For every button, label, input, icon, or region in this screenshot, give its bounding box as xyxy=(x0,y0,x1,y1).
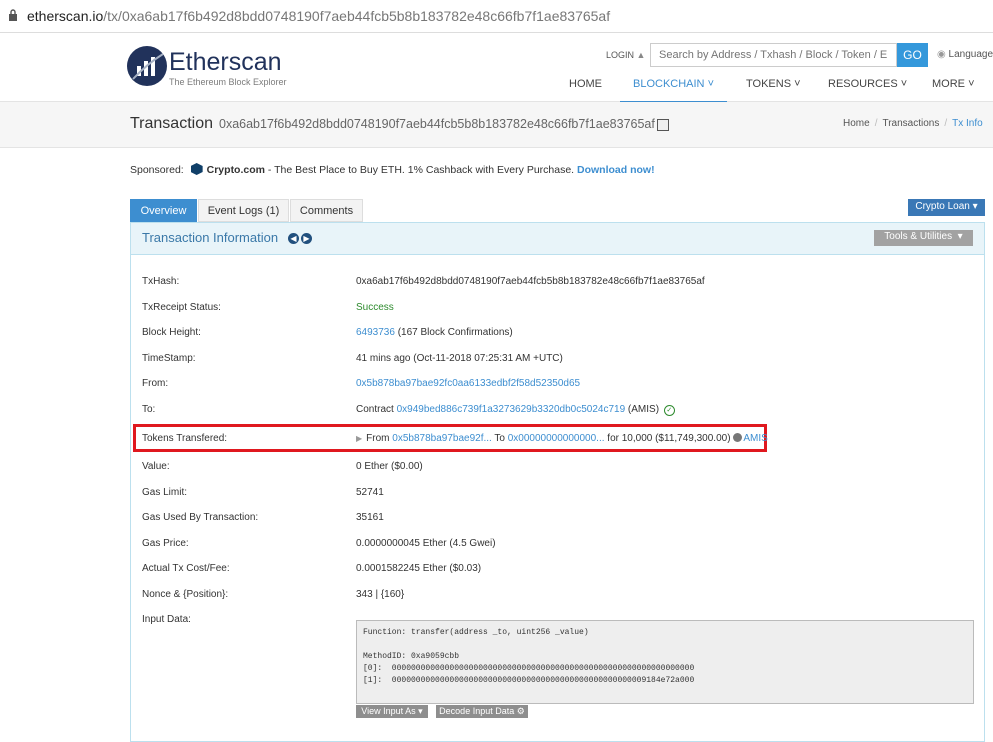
token-from-link[interactable]: 0x5b878ba97bae92f... xyxy=(392,433,492,444)
chevron-down-icon: ˅ xyxy=(968,78,975,90)
chevron-down-icon: ˅ xyxy=(707,78,715,90)
logo-mark-icon xyxy=(127,46,167,86)
block-height-value: 6493736 (167 Block Confirmations) xyxy=(356,327,513,338)
site-header: Etherscan The Ethereum Block Explorer LO… xyxy=(0,33,993,103)
tab-overview[interactable]: Overview xyxy=(130,199,197,222)
value-label: Value: xyxy=(142,461,170,472)
from-value: 0x5b878ba97bae92fc0aa6133edbf2f58d52350d… xyxy=(356,378,580,389)
page-tx-hash: 0xa6ab17f6b492d8bdd0748190f7aeb44fcb5b8b… xyxy=(219,117,655,131)
tokens-transferred-value: ▶ From 0x5b878ba97bae92f... To 0x00000000… xyxy=(356,433,768,444)
nonce-label: Nonce & {Position}: xyxy=(142,589,229,600)
copy-icon[interactable] xyxy=(657,119,669,131)
gas-used-value: 35161 xyxy=(356,512,384,523)
user-icon: ▲ xyxy=(636,50,646,60)
chevron-down-icon: ˅ xyxy=(794,78,801,90)
caret-down-icon: ▾ xyxy=(418,706,423,716)
block-height-label: Block Height: xyxy=(142,327,201,338)
sponsored-banner: Sponsored: Crypto.com - The Best Place t… xyxy=(130,163,655,176)
caret-down-icon: ▾ xyxy=(972,201,978,212)
sponsored-brand[interactable]: Crypto.com xyxy=(207,164,265,176)
value-value: 0 Ether ($0.00) xyxy=(356,461,423,472)
gas-price-label: Gas Price: xyxy=(142,538,189,549)
to-value: Contract 0x949bed886c739f1a3273629b3320d… xyxy=(356,404,675,416)
breadcrumb-home[interactable]: Home xyxy=(843,118,870,129)
to-contract-link[interactable]: 0x949bed886c739f1a3273629b3320db0c5024c7… xyxy=(397,404,626,415)
panel-header: Transaction Information ◀ ▶ Tools & Util… xyxy=(131,223,984,255)
fee-value: 0.0001582245 Ether ($0.03) xyxy=(356,563,482,574)
view-input-as-button[interactable]: View Input As ▾ xyxy=(356,705,428,718)
search-go-button[interactable]: GO xyxy=(897,43,928,67)
breadcrumb-transactions[interactable]: Transactions xyxy=(882,118,939,129)
token-to-link[interactable]: 0x00000000000000... xyxy=(508,433,605,444)
input-data-label: Input Data: xyxy=(142,614,191,625)
next-tx-icon[interactable]: ▶ xyxy=(301,233,312,244)
logo-subtitle: The Ethereum Block Explorer xyxy=(169,77,287,87)
lock-icon xyxy=(9,9,17,21)
nonce-value: 343 | {160} xyxy=(356,589,405,600)
txhash-label: TxHash: xyxy=(142,276,180,287)
caret-right-icon: ▶ xyxy=(356,434,363,443)
crypto-com-icon xyxy=(190,163,203,175)
txhash-value: 0xa6ab17f6b492d8bdd0748190f7aeb44fcb5b8b… xyxy=(356,276,705,287)
sponsored-download-link[interactable]: Download now! xyxy=(577,164,655,176)
globe-icon: ◉ xyxy=(937,49,946,60)
fee-label: Actual Tx Cost/Fee: xyxy=(142,563,230,574)
timestamp-label: TimeStamp: xyxy=(142,353,196,364)
from-address-link[interactable]: 0x5b878ba97bae92fc0aa6133edbf2f58d52350d… xyxy=(356,378,580,389)
page-title: Transaction xyxy=(130,115,213,132)
gear-icon: ⚙ xyxy=(516,706,525,716)
url-text[interactable]: etherscan.io/tx/0xa6ab17f6b492d8bdd07481… xyxy=(27,8,610,24)
chevron-down-icon: ˅ xyxy=(900,78,908,90)
nav-blockchain[interactable]: BLOCKCHAIN ˅ xyxy=(620,78,727,103)
to-label: To: xyxy=(142,404,156,415)
input-data-textarea[interactable]: Function: transfer(address _to, uint256 … xyxy=(356,620,974,704)
gas-used-label: Gas Used By Transaction: xyxy=(142,512,259,523)
page-subheader: Transaction 0xa6ab17f6b492d8bdd0748190f7… xyxy=(0,102,993,148)
token-symbol-link[interactable]: AMIS xyxy=(743,433,767,444)
status-value: Success xyxy=(356,302,394,313)
panel-title: Transaction Information xyxy=(142,230,279,245)
nav-more[interactable]: MORE ˅ xyxy=(932,78,975,101)
tokens-transferred-label: Tokens Transfered: xyxy=(142,433,228,444)
caret-down-icon: ▾ xyxy=(957,231,963,242)
block-link[interactable]: 6493736 xyxy=(356,327,395,338)
browser-address-bar[interactable]: etherscan.io/tx/0xa6ab17f6b492d8bdd07481… xyxy=(0,0,993,33)
timestamp-value: 41 mins ago (Oct-11-2018 07:25:31 AM +UT… xyxy=(356,353,563,364)
language-selector[interactable]: ◉ Language xyxy=(937,49,993,60)
sponsored-label: Sponsored: xyxy=(130,164,184,176)
status-label: TxReceipt Status: xyxy=(142,302,221,313)
search-input[interactable] xyxy=(650,43,897,67)
sponsored-text: - The Best Place to Buy ETH. 1% Cashback… xyxy=(264,164,578,176)
gas-limit-value: 52741 xyxy=(356,487,384,498)
tab-comments[interactable]: Comments xyxy=(290,199,363,222)
gas-limit-label: Gas Limit: xyxy=(142,487,188,498)
nav-home[interactable]: HOME xyxy=(569,78,602,101)
etherscan-logo[interactable]: Etherscan The Ethereum Block Explorer xyxy=(127,46,287,90)
login-link[interactable]: LOGIN ▲ xyxy=(606,50,645,60)
tab-event-logs[interactable]: Event Logs (1) xyxy=(198,199,289,222)
decode-input-button[interactable]: Decode Input Data ⚙ xyxy=(436,705,528,718)
tools-utilities-button[interactable]: Tools & Utilities ▾ xyxy=(874,230,973,246)
from-label: From: xyxy=(142,378,169,389)
token-icon xyxy=(733,433,743,442)
breadcrumb-tx-info: Tx Info xyxy=(952,118,983,129)
gas-price-value: 0.0000000045 Ether (4.5 Gwei) xyxy=(356,538,496,549)
nav-tokens[interactable]: TOKENS ˅ xyxy=(746,78,801,101)
verified-check-icon: ✓ xyxy=(663,405,675,416)
prev-tx-icon[interactable]: ◀ xyxy=(288,233,299,244)
crypto-loan-button[interactable]: Crypto Loan ▾ xyxy=(908,199,985,216)
logo-title: Etherscan xyxy=(169,48,282,76)
breadcrumb: Home / Transactions / Tx Info xyxy=(843,118,983,129)
nav-resources[interactable]: RESOURCES ˅ xyxy=(828,78,907,101)
